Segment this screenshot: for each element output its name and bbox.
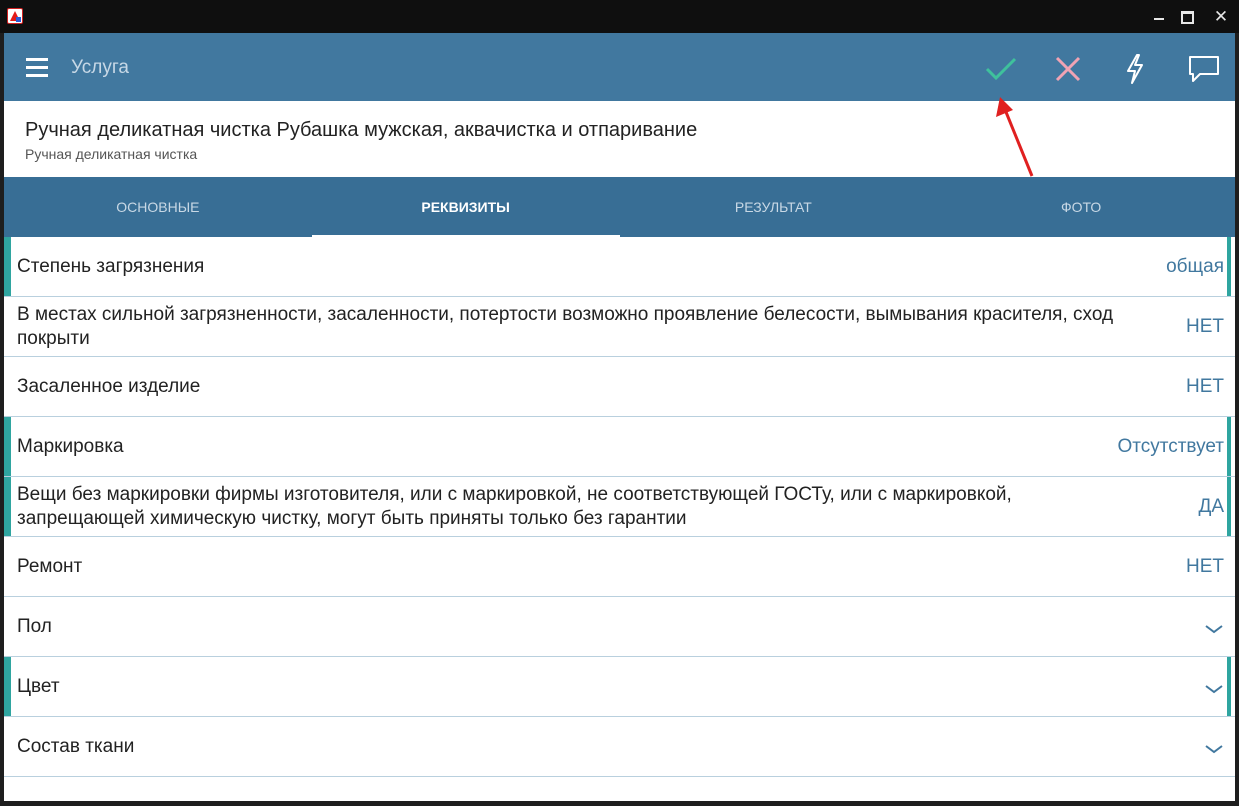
- details-list: Степень загрязнения общая В местах сильн…: [4, 237, 1235, 801]
- list-item-label: Ремонт: [17, 555, 83, 577]
- list-item-no-warranty[interactable]: Вещи без маркировки фирмы изготовителя, …: [4, 477, 1235, 537]
- list-item-soiling-degree[interactable]: Степень загрязнения общая: [4, 237, 1235, 297]
- list-item-value: Отсутствует: [1117, 435, 1224, 457]
- comment-button[interactable]: [1183, 50, 1225, 88]
- window-close-button[interactable]: ✕: [1206, 6, 1236, 28]
- list-item-label: Пол: [17, 615, 52, 637]
- tab-photo[interactable]: ФОТО: [927, 177, 1235, 237]
- chevron-down-icon[interactable]: [1204, 683, 1224, 695]
- tab-bar: ОСНОВНЫЕ РЕКВИЗИТЫ РЕЗУЛЬТАТ ФОТО: [4, 177, 1235, 237]
- tab-details[interactable]: РЕКВИЗИТЫ: [311, 177, 620, 237]
- required-marker: [1227, 657, 1231, 716]
- list-item-value: НЕТ: [1186, 555, 1224, 577]
- chevron-down-icon[interactable]: [1204, 743, 1224, 755]
- window-minimize-button[interactable]: [1144, 6, 1174, 28]
- list-item-label: Засаленное изделие: [17, 375, 201, 397]
- list-item-repair[interactable]: Ремонт НЕТ: [4, 537, 1235, 597]
- tab-result[interactable]: РЕЗУЛЬТАТ: [620, 177, 928, 237]
- window-titlebar: ✕: [0, 0, 1239, 33]
- cancel-button[interactable]: [1047, 50, 1089, 88]
- app-logo-icon: [7, 8, 23, 24]
- service-header: Ручная деликатная чистка Рубашка мужская…: [4, 101, 1235, 177]
- list-item-value: общая: [1166, 255, 1224, 277]
- list-item-value: НЕТ: [1186, 315, 1224, 337]
- list-item-label: Маркировка: [17, 435, 124, 457]
- window-maximize-button[interactable]: [1172, 6, 1202, 28]
- required-marker: [1227, 417, 1231, 476]
- list-item-label: Состав ткани: [17, 735, 135, 757]
- screen-title: Услуга: [71, 57, 129, 78]
- app-window: Услуга Ручная деликатная чистка Рубашка …: [4, 33, 1235, 801]
- service-subtitle: Ручная деликатная чистка: [25, 146, 198, 162]
- app-toolbar: Услуга: [4, 33, 1235, 101]
- list-item-value: НЕТ: [1186, 375, 1224, 397]
- list-item-value: ДА: [1198, 495, 1224, 517]
- list-item-fabric[interactable]: Состав ткани: [4, 717, 1235, 777]
- quick-action-button[interactable]: [1114, 50, 1156, 88]
- close-icon: [1055, 56, 1081, 82]
- required-marker: [4, 417, 11, 476]
- tab-main[interactable]: ОСНОВНЫЕ: [4, 177, 312, 237]
- hamburger-menu-icon[interactable]: [26, 58, 50, 80]
- list-item-label: Вещи без маркировки фирмы изготовителя, …: [17, 483, 1012, 529]
- list-item-next[interactable]: [4, 777, 1235, 801]
- required-marker: [1227, 477, 1231, 536]
- list-item-gender[interactable]: Пол: [4, 597, 1235, 657]
- required-marker: [1227, 237, 1231, 296]
- list-item-label: Степень загрязнения: [17, 255, 205, 277]
- list-item-labeling[interactable]: Маркировка Отсутствует: [4, 417, 1235, 477]
- required-marker: [4, 237, 11, 296]
- list-item-label: Цвет: [17, 675, 60, 697]
- checkmark-icon: [985, 57, 1017, 81]
- chevron-down-icon[interactable]: [1204, 623, 1224, 635]
- service-title: Ручная деликатная чистка Рубашка мужская…: [25, 119, 698, 141]
- list-item-discoloration-warning[interactable]: В местах сильной загрязненности, засален…: [4, 297, 1235, 357]
- list-item-color[interactable]: Цвет: [4, 657, 1235, 717]
- required-marker: [4, 477, 11, 536]
- comment-icon: [1189, 56, 1219, 82]
- lightning-icon: [1127, 54, 1143, 84]
- list-item-greasy-item[interactable]: Засаленное изделие НЕТ: [4, 357, 1235, 417]
- required-marker: [4, 657, 11, 716]
- save-button[interactable]: [980, 50, 1022, 88]
- list-item-label: В местах сильной загрязненности, засален…: [17, 303, 1114, 349]
